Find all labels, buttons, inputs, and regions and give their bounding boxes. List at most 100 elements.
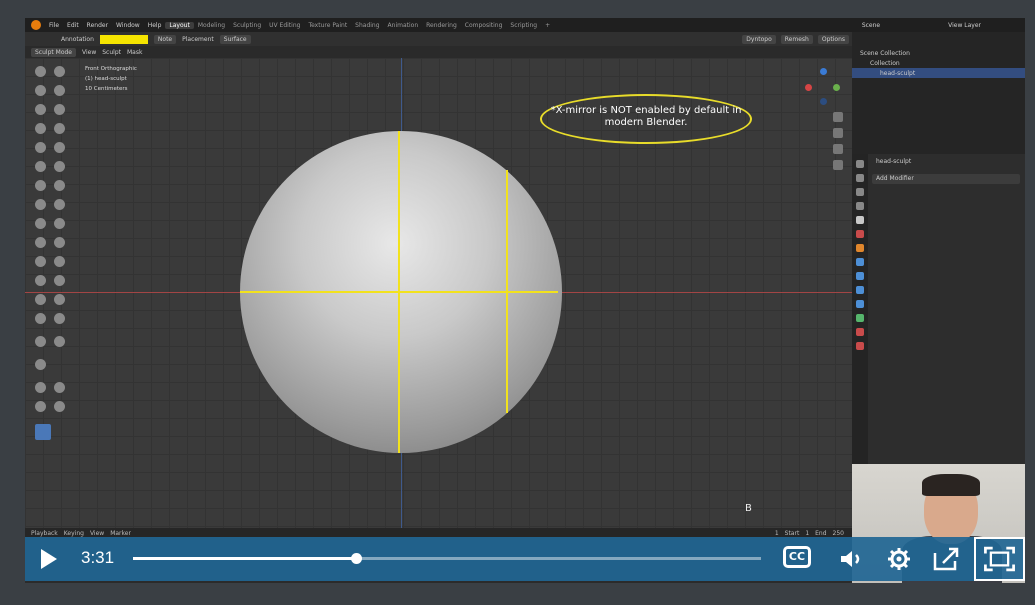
data-tab-icon[interactable] <box>856 314 864 322</box>
navigation-gizmo[interactable] <box>805 68 840 106</box>
crease-brush-icon[interactable] <box>35 142 46 153</box>
pose-brush-icon[interactable] <box>54 237 65 248</box>
grid-icon[interactable] <box>833 160 843 170</box>
outliner-head-sculpt[interactable]: head-sculpt <box>852 68 1025 78</box>
transform-icon[interactable] <box>54 401 65 412</box>
constraints-tab-icon[interactable] <box>856 300 864 308</box>
tab-sculpting[interactable]: Sculpting <box>229 22 265 29</box>
add-modifier-dropdown[interactable]: Add Modifier <box>872 174 1020 184</box>
options-dropdown[interactable]: Options <box>817 34 849 44</box>
end-frame[interactable]: 250 <box>833 530 844 537</box>
zoom-icon[interactable] <box>833 112 843 122</box>
mask-brush-icon[interactable] <box>35 313 46 324</box>
tab-uv-editing[interactable]: UV Editing <box>265 22 304 29</box>
nudge-brush-icon[interactable] <box>35 256 46 267</box>
add-workspace-icon[interactable]: + <box>541 22 554 29</box>
render-tab-icon[interactable] <box>856 174 864 182</box>
draw-sharp-brush-icon[interactable] <box>54 66 65 77</box>
texture-tab-icon[interactable] <box>856 342 864 350</box>
scene-tab-icon[interactable] <box>856 216 864 224</box>
keying-menu[interactable]: Keying <box>64 530 84 537</box>
move-icon[interactable] <box>35 382 46 393</box>
rotate-brush-icon[interactable] <box>54 256 65 267</box>
flatten-brush-icon[interactable] <box>35 161 46 172</box>
share-icon[interactable] <box>931 545 961 573</box>
output-tab-icon[interactable] <box>856 188 864 196</box>
marker-menu[interactable]: Marker <box>110 530 131 537</box>
fill-brush-icon[interactable] <box>54 161 65 172</box>
boundary-brush-icon[interactable] <box>54 275 65 286</box>
cloth-brush-icon[interactable] <box>35 294 46 305</box>
inflate-brush-icon[interactable] <box>35 123 46 134</box>
captions-button[interactable]: CC <box>783 546 811 568</box>
surface-dropdown[interactable]: Surface <box>219 34 251 44</box>
view-layer-name[interactable]: View Layer <box>944 22 985 29</box>
particles-tab-icon[interactable] <box>856 272 864 280</box>
rotate-icon[interactable] <box>54 382 65 393</box>
view-menu[interactable]: View <box>82 49 96 56</box>
menu-window[interactable]: Window <box>112 22 144 29</box>
remesh-dropdown[interactable]: Remesh <box>780 34 813 44</box>
box-mask-icon[interactable] <box>35 336 46 347</box>
mode-dropdown[interactable]: Sculpt Mode <box>31 47 76 57</box>
settings-gear-icon[interactable] <box>887 547 911 571</box>
object-tab-icon[interactable] <box>856 244 864 252</box>
tab-compositing[interactable]: Compositing <box>461 22 507 29</box>
pinch-brush-icon[interactable] <box>35 199 46 210</box>
thumb-brush-icon[interactable] <box>35 237 46 248</box>
annotate-pencil-icon[interactable] <box>35 424 51 440</box>
fullscreen-button[interactable] <box>974 537 1025 581</box>
material-tab-icon[interactable] <box>856 328 864 336</box>
elastic-deform-brush-icon[interactable] <box>35 218 46 229</box>
tab-scripting[interactable]: Scripting <box>506 22 541 29</box>
clay-strips-brush-icon[interactable] <box>54 85 65 96</box>
slide-relax-brush-icon[interactable] <box>35 275 46 286</box>
neg-z-axis-gizmo-icon[interactable] <box>820 98 827 105</box>
draw-brush-icon[interactable] <box>35 66 46 77</box>
view-layer-tab-icon[interactable] <box>856 202 864 210</box>
blob-brush-icon[interactable] <box>54 123 65 134</box>
world-tab-icon[interactable] <box>856 230 864 238</box>
play-icon[interactable] <box>41 549 57 569</box>
layer-brush-icon[interactable] <box>54 104 65 115</box>
tab-texture-paint[interactable]: Texture Paint <box>304 22 351 29</box>
tab-rendering[interactable]: Rendering <box>422 22 461 29</box>
x-axis-gizmo-icon[interactable] <box>805 84 812 91</box>
seek-handle[interactable] <box>350 553 362 564</box>
mask-menu[interactable]: Mask <box>127 49 142 56</box>
mesh-filter-icon[interactable] <box>35 359 46 370</box>
pan-hand-icon[interactable] <box>833 128 843 138</box>
3d-viewport[interactable]: Front Orthographic (1) head-sculpt 10 Ce… <box>25 58 852 528</box>
current-frame[interactable]: 1 <box>775 530 779 537</box>
outliner-collection[interactable]: Collection <box>852 58 1025 68</box>
menu-file[interactable]: File <box>45 22 63 29</box>
scale-icon[interactable] <box>35 401 46 412</box>
menu-edit[interactable]: Edit <box>63 22 83 29</box>
z-axis-gizmo-icon[interactable] <box>820 68 827 75</box>
draw-face-sets-brush-icon[interactable] <box>54 313 65 324</box>
volume-icon[interactable] <box>837 547 867 571</box>
scene-name[interactable]: Scene <box>858 22 884 29</box>
box-hide-icon[interactable] <box>54 336 65 347</box>
playback-menu[interactable]: Playback <box>31 530 58 537</box>
outliner-scene-collection[interactable]: Scene Collection <box>852 48 1025 58</box>
seek-bar[interactable] <box>133 553 761 564</box>
tool-tab-icon[interactable] <box>856 160 864 168</box>
tab-animation[interactable]: Animation <box>384 22 423 29</box>
modifier-wrench-icon[interactable] <box>856 258 864 266</box>
grab-brush-icon[interactable] <box>54 199 65 210</box>
menu-render[interactable]: Render <box>83 22 112 29</box>
dyntopo-dropdown[interactable]: Dyntopo <box>742 34 776 44</box>
start-frame[interactable]: 1 <box>805 530 809 537</box>
snake-hook-brush-icon[interactable] <box>54 218 65 229</box>
clay-thumb-brush-icon[interactable] <box>35 104 46 115</box>
simplify-brush-icon[interactable] <box>54 294 65 305</box>
tab-modeling[interactable]: Modeling <box>194 22 229 29</box>
menu-help[interactable]: Help <box>144 22 166 29</box>
camera-icon[interactable] <box>833 144 843 154</box>
note-dropdown[interactable]: Note <box>153 34 177 44</box>
annotation-color-swatch[interactable] <box>99 34 148 44</box>
tab-layout[interactable]: Layout <box>165 21 194 29</box>
timeline-view-menu[interactable]: View <box>90 530 104 537</box>
y-axis-gizmo-icon[interactable] <box>833 84 840 91</box>
